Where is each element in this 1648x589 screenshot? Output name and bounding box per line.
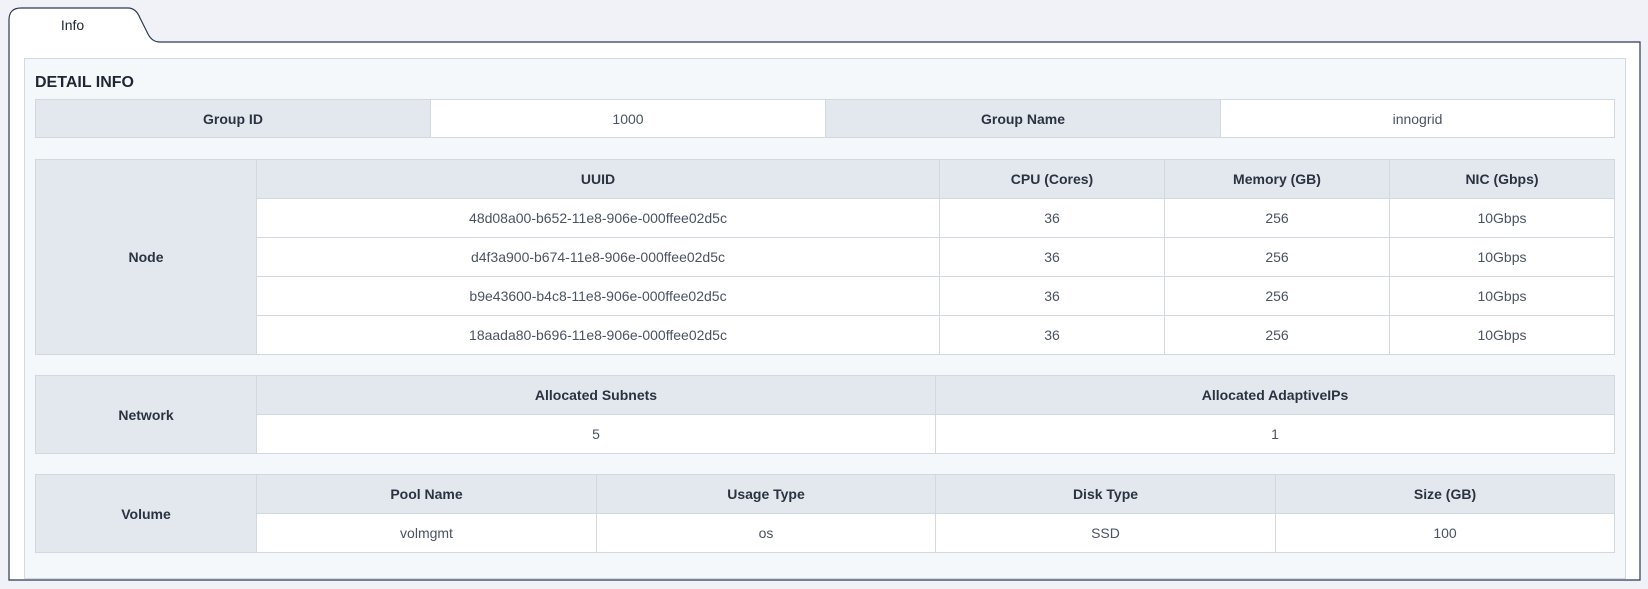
table-row: 48d08a00-b652-11e8-906e-000ffee02d5c 36 …: [36, 198, 1615, 238]
node-nic: 10Gbps: [1389, 237, 1615, 277]
group-id-label: Group ID: [35, 99, 431, 138]
node-label: Node: [35, 159, 257, 355]
table-row: Volume Pool Name Usage Type Disk Type Si…: [35, 474, 1615, 553]
node-uuid: 18aada80-b696-11e8-906e-000ffee02d5c: [256, 315, 940, 355]
table-row: Network Allocated Subnets Allocated Adap…: [35, 375, 1615, 454]
column-header: Size (GB): [1275, 474, 1615, 514]
table-row: 5 1: [36, 414, 1615, 454]
volume-label: Volume: [35, 474, 257, 553]
usage-type-value: os: [596, 513, 936, 553]
size-value: 100: [1275, 513, 1615, 553]
node-uuid: 48d08a00-b652-11e8-906e-000ffee02d5c: [256, 198, 940, 238]
table-row: d4f3a900-b674-11e8-906e-000ffee02d5c 36 …: [36, 237, 1615, 277]
node-nic: 10Gbps: [1389, 315, 1615, 355]
allocated-adaptiveips-value: 1: [935, 414, 1615, 454]
column-header: UUID: [256, 159, 940, 199]
disk-type-value: SSD: [935, 513, 1276, 553]
node-nic: 10Gbps: [1389, 198, 1615, 238]
node-cpu: 36: [939, 198, 1165, 238]
node-memory: 256: [1164, 237, 1390, 277]
group-id-value: 1000: [430, 99, 826, 138]
node-nic: 10Gbps: [1389, 276, 1615, 316]
table-row: Node UUID CPU (Cores) Memory (GB) NIC (G…: [35, 159, 1615, 355]
section-title: DETAIL INFO: [35, 74, 134, 91]
network-table: Network Allocated Subnets Allocated Adap…: [35, 375, 1615, 454]
node-cpu: 36: [939, 276, 1165, 316]
column-header: Pool Name: [256, 474, 597, 514]
column-header: Memory (GB): [1164, 159, 1390, 199]
node-uuid: d4f3a900-b674-11e8-906e-000ffee02d5c: [256, 237, 940, 277]
column-header: CPU (Cores): [939, 159, 1165, 199]
node-memory: 256: [1164, 198, 1390, 238]
node-cpu: 36: [939, 237, 1165, 277]
node-memory: 256: [1164, 315, 1390, 355]
group-table: Group ID 1000 Group Name innogrid: [35, 99, 1615, 138]
table-row: 18aada80-b696-11e8-906e-000ffee02d5c 36 …: [36, 315, 1615, 355]
node-table: Node UUID CPU (Cores) Memory (GB) NIC (G…: [35, 159, 1615, 355]
group-name-label: Group Name: [825, 99, 1221, 138]
node-uuid: b9e43600-b4c8-11e8-906e-000ffee02d5c: [256, 276, 940, 316]
node-cpu: 36: [939, 315, 1165, 355]
node-memory: 256: [1164, 276, 1390, 316]
table-row: volmgmt os SSD 100: [36, 513, 1615, 553]
column-header: Allocated AdaptiveIPs: [935, 375, 1615, 415]
column-header: Usage Type: [596, 474, 936, 514]
table-row: Group ID 1000 Group Name innogrid: [35, 99, 1615, 138]
pool-name-value: volmgmt: [256, 513, 597, 553]
group-name-value: innogrid: [1220, 99, 1615, 138]
table-row: b9e43600-b4c8-11e8-906e-000ffee02d5c 36 …: [36, 276, 1615, 316]
tab-info[interactable]: Info: [20, 8, 125, 42]
volume-table: Volume Pool Name Usage Type Disk Type Si…: [35, 474, 1615, 553]
column-header: NIC (Gbps): [1389, 159, 1615, 199]
network-label: Network: [35, 375, 257, 454]
column-header: Allocated Subnets: [256, 375, 936, 415]
allocated-subnets-value: 5: [256, 414, 936, 454]
column-header: Disk Type: [935, 474, 1276, 514]
